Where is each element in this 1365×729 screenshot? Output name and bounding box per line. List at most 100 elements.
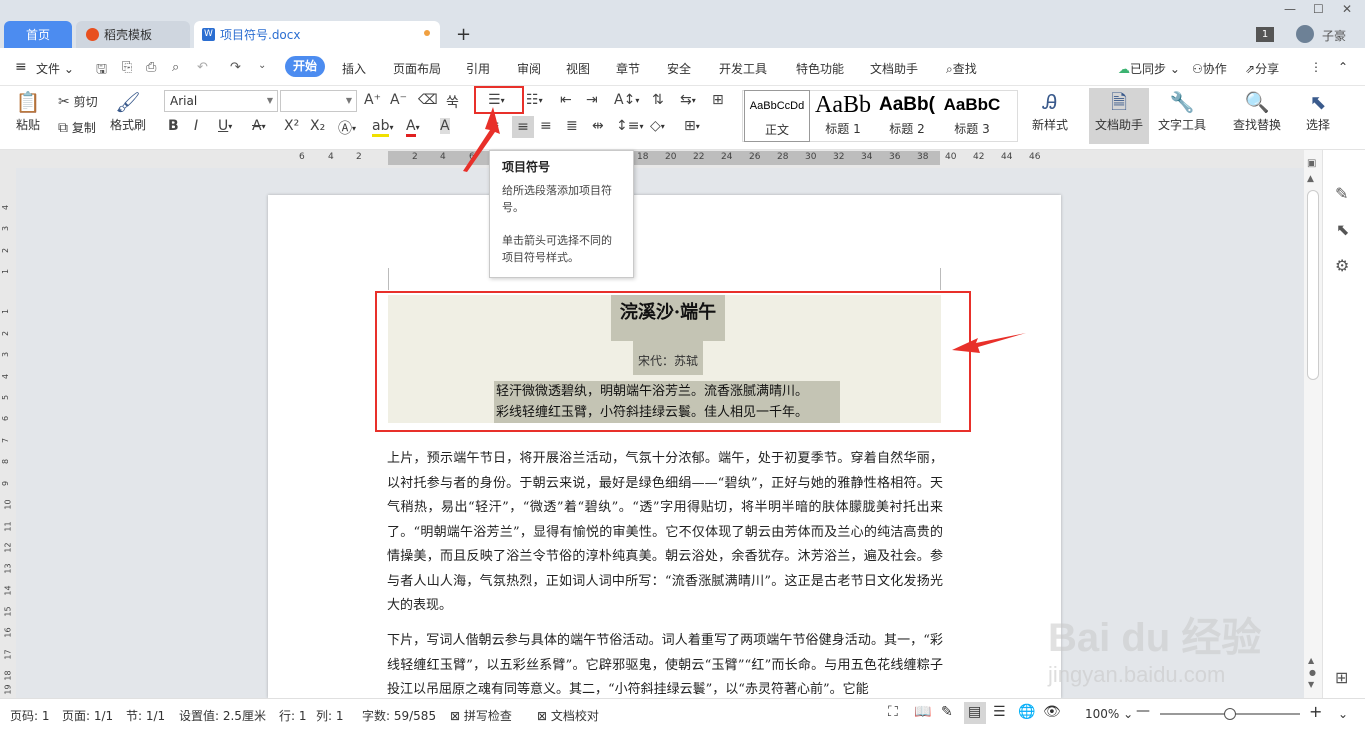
web-view-icon[interactable]: 🌐 (1018, 704, 1035, 720)
find-replace-button[interactable]: 🔍 查找替换 (1230, 90, 1284, 133)
clear-format-icon[interactable]: ⌫ (418, 92, 438, 108)
reading-mode-icon[interactable]: 📖 (914, 704, 931, 720)
fullscreen-icon[interactable]: ⛶ (888, 704, 898, 720)
paragraph-1[interactable]: 上片，预示端午节日，将开展浴兰活动，气氛十分浓郁。端午，处于初夏季节。穿着自然华… (387, 447, 943, 619)
export-icon[interactable]: ⎘ (122, 60, 132, 75)
status-section[interactable]: 节: 1/1 (126, 707, 165, 724)
collaborate-button[interactable]: ⚇协作 (1192, 60, 1227, 77)
chinese-layout-icon[interactable]: ⇆ (680, 92, 692, 108)
apps-grid-icon[interactable]: ⊞ (1335, 668, 1348, 687)
zoom-slider-thumb[interactable] (1224, 708, 1236, 720)
menu-features[interactable]: 特色功能 (796, 60, 844, 77)
justify-icon[interactable]: ≣ (566, 118, 578, 134)
tab-document[interactable]: W 项目符号.docx (194, 21, 440, 48)
print-preview-icon[interactable]: ⌕ (172, 60, 179, 75)
menu-search[interactable]: ⌕查找 (946, 60, 977, 77)
tab-template[interactable]: 稻壳模板 (76, 21, 190, 48)
text-tools-button[interactable]: 🔧 文字工具 (1152, 90, 1212, 133)
shrink-font-icon[interactable]: A⁻ (390, 92, 407, 108)
spell-check-button[interactable]: ⊠ 拼写检查 (450, 707, 512, 724)
paste-button[interactable]: 📋 粘贴 (12, 90, 44, 133)
more-options-icon[interactable]: ⋮ (1310, 60, 1322, 74)
vertical-scrollbar[interactable]: ▣ ▲ ▲ ● ▼ (1304, 150, 1322, 698)
sync-status[interactable]: ☁已同步 ⌄ (1118, 60, 1180, 77)
bold-icon[interactable]: B (168, 118, 179, 134)
zoom-out-button[interactable]: — (1136, 703, 1150, 719)
menu-page-layout[interactable]: 页面布局 (393, 60, 441, 77)
minimize-button[interactable]: — (1284, 2, 1296, 16)
new-style-button[interactable]: Ꭿ 新样式 (1026, 90, 1074, 133)
status-more-icon[interactable]: ⌄ (1338, 707, 1348, 721)
pointer-icon[interactable]: ⬉ (1336, 220, 1349, 239)
redo-icon[interactable]: ↷ (230, 60, 241, 75)
font-family-select[interactable]: Arial ▼ (164, 90, 278, 112)
menu-doc-assistant[interactable]: 文档助手 (870, 60, 918, 77)
hamburger-menu-icon[interactable]: ≡ (15, 59, 27, 75)
format-painter-button[interactable]: 🖌 格式刷 (108, 90, 148, 133)
status-word-count[interactable]: 字数: 59/585 (362, 707, 436, 724)
menu-chapter[interactable]: 章节 (616, 60, 640, 77)
pen-icon[interactable]: ✎ (1335, 184, 1348, 203)
collapse-ribbon-icon[interactable]: ⌃ (1338, 60, 1348, 74)
align-right-icon[interactable]: ≡ (540, 118, 552, 134)
status-setting[interactable]: 设置值: 2.5厘米 (179, 707, 266, 724)
page-view-icon[interactable]: ▤ (968, 704, 981, 720)
user-name[interactable]: 子豪 (1322, 27, 1346, 44)
doc-assistant-button[interactable]: 🗎 文档助手 (1090, 90, 1148, 133)
strikethrough-icon[interactable]: A (252, 118, 262, 134)
font-color-icon[interactable]: A (406, 118, 416, 137)
show-marks-icon[interactable]: ⊞ (712, 92, 724, 108)
doc-proofread-button[interactable]: ⊠ 文档校对 (537, 707, 599, 724)
decrease-indent-icon[interactable]: ⇤ (560, 92, 572, 108)
menu-start[interactable]: 开始 (285, 56, 325, 77)
style-heading1[interactable]: AaBb 标题 1 (812, 90, 874, 142)
menu-references[interactable]: 引用 (466, 60, 490, 77)
font-size-select[interactable]: ▼ (280, 90, 357, 112)
char-shading-icon[interactable]: A (440, 118, 450, 134)
copy-button[interactable]: ⧉ 复制 (58, 119, 96, 136)
menu-security[interactable]: 安全 (667, 60, 691, 77)
avatar[interactable] (1296, 25, 1314, 43)
status-column[interactable]: 列: 1 (316, 707, 344, 724)
undo-icon[interactable]: ↶ (197, 60, 208, 75)
status-row[interactable]: 行: 1 (279, 707, 307, 724)
zoom-in-button[interactable]: + (1309, 702, 1322, 721)
borders-icon[interactable]: ⊞ (684, 118, 696, 134)
text-effect-icon[interactable]: Ⓐ (338, 118, 352, 138)
text-direction-icon[interactable]: A↕ (614, 92, 635, 108)
select-button[interactable]: ⬉ 选择 (1298, 90, 1338, 133)
window-count-badge[interactable]: 1 (1256, 27, 1274, 42)
grow-font-icon[interactable]: A⁺ (364, 92, 381, 108)
scroll-thumb[interactable] (1307, 190, 1319, 380)
status-pages[interactable]: 页面: 1/1 (62, 707, 113, 724)
zoom-level[interactable]: 100% ⌄ (1085, 707, 1133, 721)
share-button[interactable]: ⇗分享 (1245, 60, 1279, 77)
underline-icon[interactable]: U (218, 118, 228, 134)
line-spacing-icon[interactable]: ↕≡ (616, 118, 639, 134)
tab-home[interactable]: 首页 (4, 21, 72, 48)
distribute-icon[interactable]: ⇹ (592, 118, 604, 134)
superscript-icon[interactable]: X² (284, 118, 299, 134)
highlight-icon[interactable]: ab (372, 118, 390, 137)
close-window-button[interactable]: ✕ (1342, 2, 1352, 16)
eye-protect-icon[interactable]: 👁 (1043, 704, 1061, 720)
scroll-top-icon[interactable]: ▣ (1307, 158, 1316, 169)
menu-insert[interactable]: 插入 (342, 60, 366, 77)
scroll-up-icon[interactable]: ▲ (1307, 174, 1314, 184)
new-tab-button[interactable]: + (456, 24, 471, 45)
outline-view-icon[interactable]: ☰ (993, 704, 1006, 720)
writing-mode-icon[interactable]: ✎ (941, 704, 953, 720)
maximize-button[interactable]: ☐ (1313, 2, 1324, 16)
menu-file[interactable]: 文件 ⌄ (36, 60, 74, 77)
next-page-icon[interactable]: ▼ (1308, 680, 1314, 689)
menu-view[interactable]: 视图 (566, 60, 590, 77)
style-heading3[interactable]: AaBbC 标题 3 (940, 90, 1004, 142)
menu-review[interactable]: 审阅 (517, 60, 541, 77)
quick-access-dropdown-icon[interactable]: ⌄ (258, 60, 266, 71)
print-icon[interactable]: ⎙ (146, 60, 156, 75)
increase-indent-icon[interactable]: ⇥ (586, 92, 598, 108)
italic-icon[interactable]: I (194, 118, 198, 134)
menu-developer[interactable]: 开发工具 (719, 60, 767, 77)
numbered-list-icon[interactable]: ☷ (526, 92, 539, 108)
style-heading2[interactable]: AaBb( 标题 2 (876, 90, 938, 142)
